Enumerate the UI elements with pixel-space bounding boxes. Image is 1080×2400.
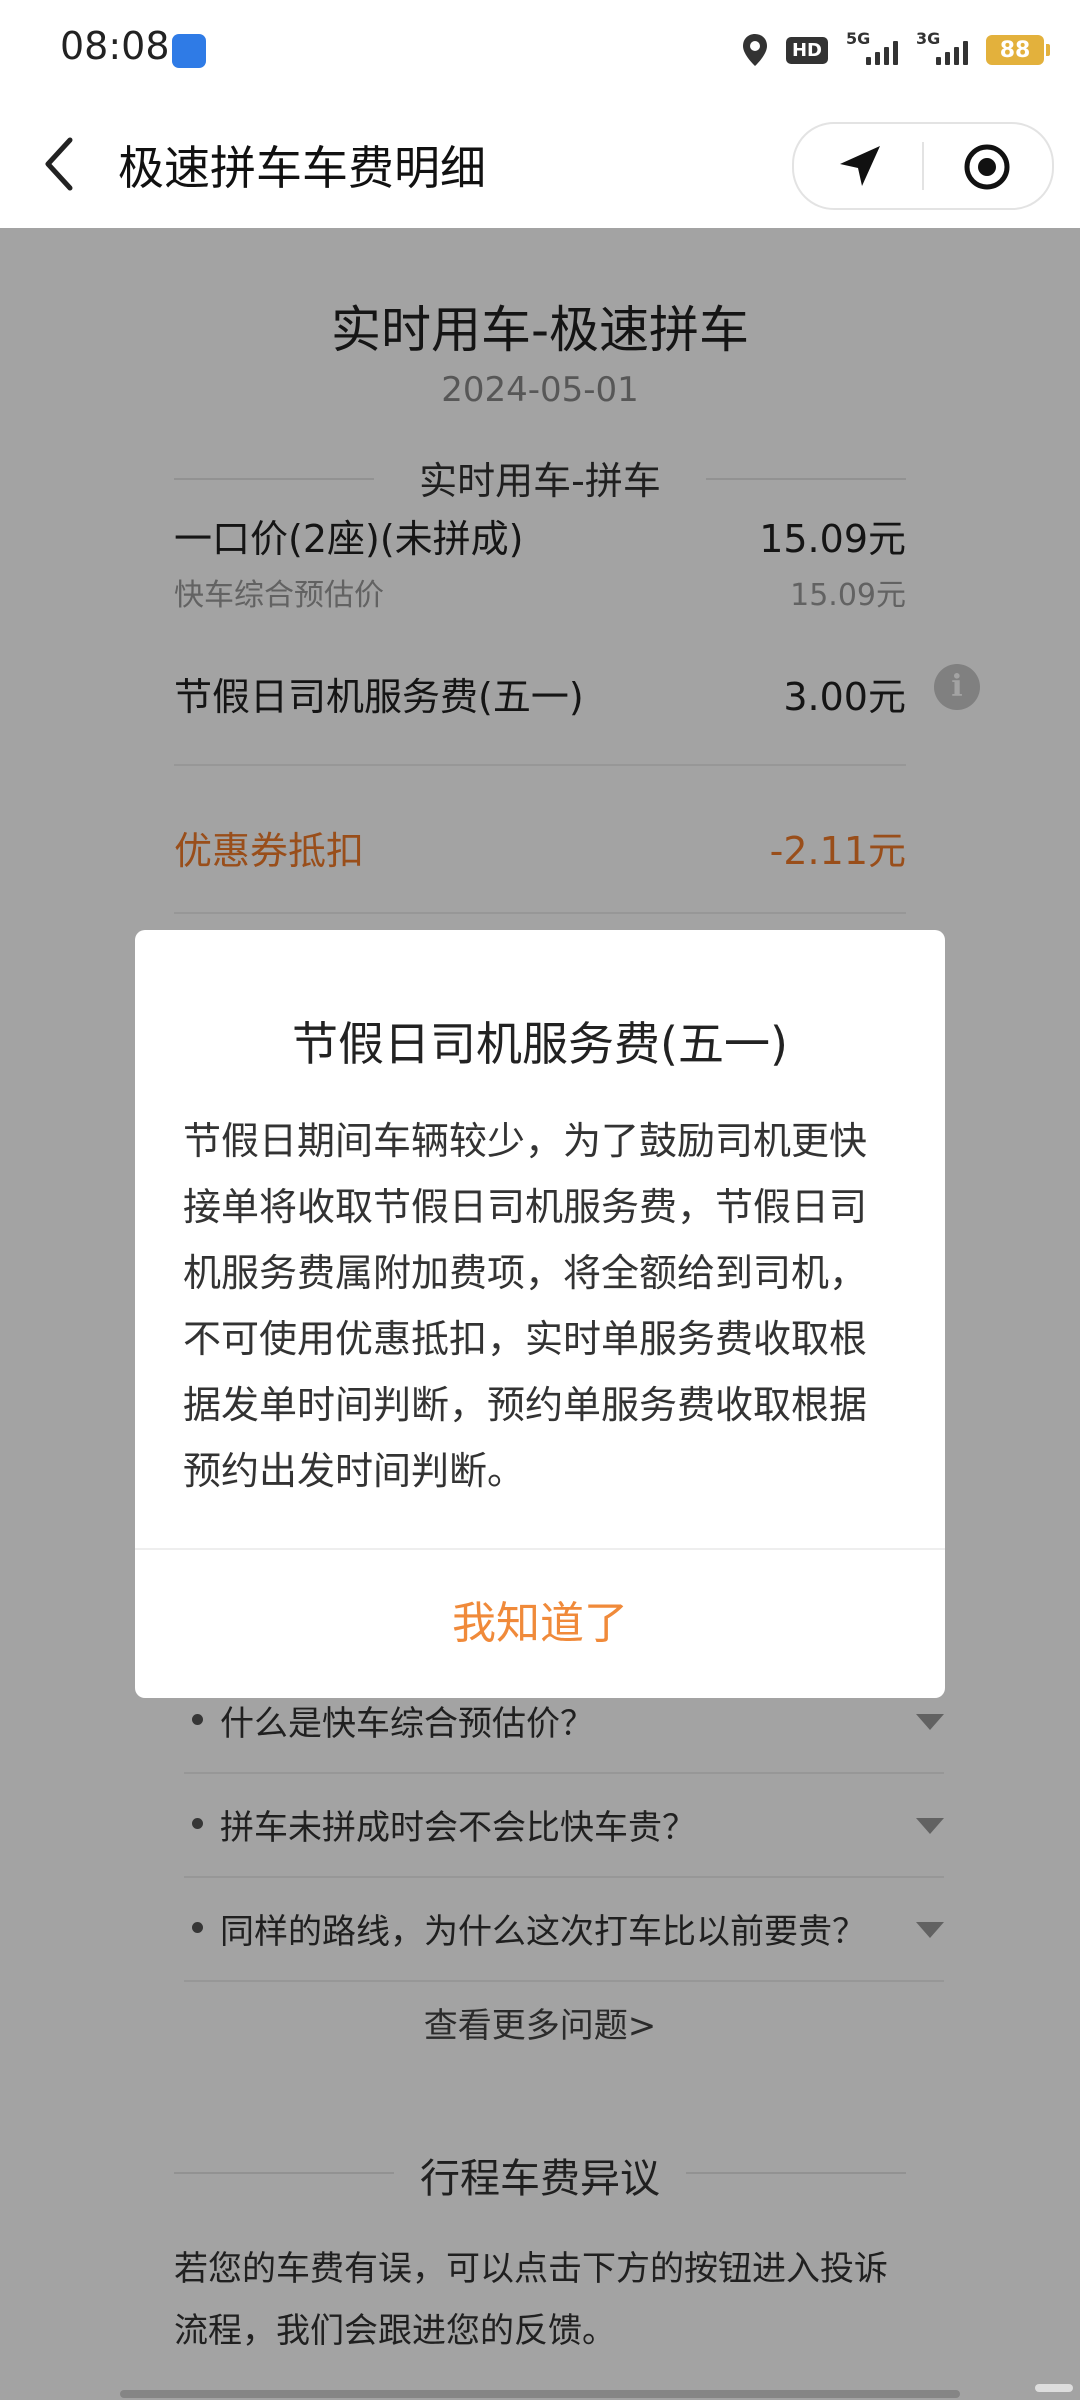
battery-icon: 88 xyxy=(986,35,1050,65)
signal-sim2-icon: 3G xyxy=(916,29,968,65)
dialog-body: 节假日期间车辆较少，为了鼓励司机更快接单将收取节假日司机服务费，节假日司机服务费… xyxy=(183,1119,868,1493)
capsule-divider xyxy=(922,142,924,190)
app-notification-icon xyxy=(172,34,206,68)
location-icon xyxy=(742,34,767,66)
mini-program-capsule xyxy=(792,122,1054,210)
back-icon[interactable] xyxy=(36,134,84,194)
status-bar: 08:08 HD 5G 3G 88 xyxy=(0,0,1080,100)
status-time: 08:08 xyxy=(60,24,170,68)
holiday-fee-dialog: 节假日司机服务费(五一) 节假日期间车辆较少，为了鼓励司机更快接单将收取节假日司… xyxy=(135,930,945,1698)
home-indicator xyxy=(1035,2384,1073,2392)
signal-sim1-icon: 5G xyxy=(846,29,898,65)
record-icon[interactable] xyxy=(962,142,1012,192)
nav-bar: 极速拼车车费明细 xyxy=(0,100,1080,228)
page-title: 极速拼车车费明细 xyxy=(118,141,486,195)
hd-icon: HD xyxy=(785,36,828,64)
navigation-arrow-icon[interactable] xyxy=(834,142,884,192)
status-icons: HD 5G 3G 88 xyxy=(742,26,1050,74)
screen: 08:08 HD 5G 3G 88 极速拼车车费明细 实时用车-极速拼车 202… xyxy=(0,0,1080,2400)
confirm-button[interactable]: 我知道了 xyxy=(135,1550,945,1698)
dialog-title: 节假日司机服务费(五一) xyxy=(292,1017,788,1071)
